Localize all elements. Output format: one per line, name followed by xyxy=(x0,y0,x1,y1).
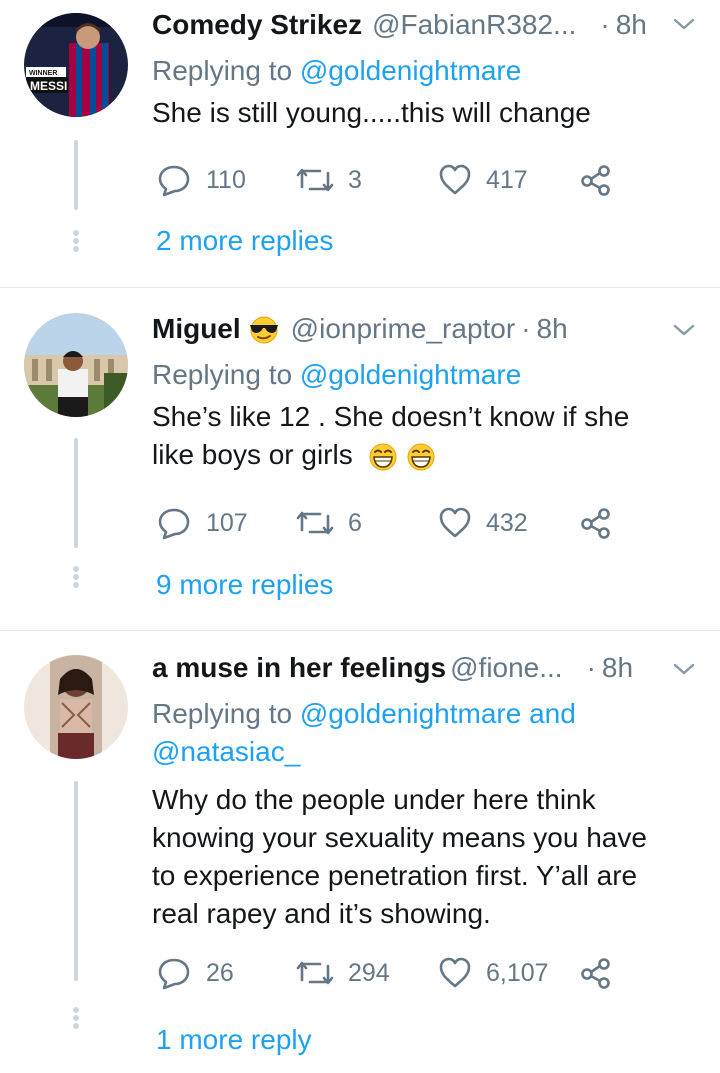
reply-button[interactable]: 110 xyxy=(156,160,246,200)
heart-icon xyxy=(439,507,471,538)
retweet-count: 3 xyxy=(348,165,362,194)
tweet-header: Miguel @ionprime_raptor · 8h xyxy=(152,313,568,345)
thread-dots xyxy=(73,230,79,252)
like-button[interactable]: 6,107 xyxy=(438,953,549,993)
timestamp[interactable]: 8h xyxy=(537,313,568,344)
action-bar: 107 6 432 xyxy=(156,503,626,543)
heart-icon xyxy=(439,164,471,195)
retweet-count: 294 xyxy=(348,958,390,987)
thread-dots xyxy=(73,1007,79,1029)
sunglasses-emoji-icon xyxy=(249,316,278,344)
retweet-icon xyxy=(296,168,334,192)
share-icon xyxy=(581,165,610,196)
share-icon xyxy=(581,508,610,539)
reply-button[interactable]: 26 xyxy=(156,953,234,993)
display-name[interactable]: a muse in her feelings xyxy=(152,652,446,684)
retweet-button[interactable]: 6 xyxy=(296,503,362,543)
thread-line xyxy=(74,781,78,981)
timestamp[interactable]: 8h xyxy=(602,652,633,683)
mention-link[interactable]: @goldenightmare and xyxy=(300,698,576,729)
display-name[interactable]: Miguel xyxy=(152,313,241,345)
tweet-text: She’s like 12 . She doesn’t know if she … xyxy=(152,401,630,471)
retweet-icon xyxy=(296,511,334,535)
like-count: 432 xyxy=(486,508,528,537)
action-bar: 110 3 417 xyxy=(156,160,626,200)
tweet[interactable]: a muse in her feelings @fione... · 8h Rep… xyxy=(0,631,720,1073)
share-button[interactable] xyxy=(580,503,612,543)
reply-icon xyxy=(158,958,190,990)
action-bar: 26 294 6,107 xyxy=(156,953,626,993)
retweet-button[interactable]: 294 xyxy=(296,953,390,993)
mention-link[interactable]: @natasiac_ xyxy=(152,733,696,771)
tweet[interactable]: Miguel @ionprime_raptor · 8h Replying to … xyxy=(0,288,720,631)
reply-count: 107 xyxy=(206,508,248,537)
chevron-down-icon[interactable] xyxy=(672,661,696,677)
more-replies-link[interactable]: 9 more replies xyxy=(156,569,333,601)
tweet[interactable]: WINNER MESSI Comedy Strikez @FabianR382.… xyxy=(0,0,720,288)
retweet-button[interactable]: 3 xyxy=(296,160,362,200)
replying-to: Replying to @goldenightmare xyxy=(152,55,522,86)
reply-icon xyxy=(158,508,190,540)
more-replies-link[interactable]: 2 more replies xyxy=(156,225,333,257)
display-name[interactable]: Comedy Strikez xyxy=(152,9,362,41)
avatar-badge-text: WINNER xyxy=(29,70,57,77)
thread-line xyxy=(74,438,78,548)
reply-button[interactable]: 107 xyxy=(156,503,248,543)
like-count: 6,107 xyxy=(486,958,549,987)
share-button[interactable] xyxy=(580,953,612,993)
tweet-header: a muse in her feelings @fione... · 8h xyxy=(152,652,634,684)
thread-line xyxy=(74,140,78,210)
retweet-count: 6 xyxy=(348,508,362,537)
avatar-badge-name: MESSI xyxy=(30,79,67,93)
laughing-emoji-icon xyxy=(369,443,435,471)
chevron-down-icon[interactable] xyxy=(672,16,696,32)
share-button[interactable] xyxy=(580,160,612,200)
reply-icon xyxy=(158,165,190,197)
avatar[interactable]: WINNER MESSI xyxy=(24,13,128,117)
retweet-icon xyxy=(296,961,334,985)
avatar[interactable] xyxy=(24,313,128,417)
tweet-header: Comedy Strikez @FabianR382... · 8h xyxy=(152,9,647,41)
like-button[interactable]: 432 xyxy=(438,503,528,543)
reply-count: 26 xyxy=(206,958,234,987)
avatar[interactable] xyxy=(24,655,128,759)
user-handle[interactable]: @fione... xyxy=(450,652,562,684)
mention-link[interactable]: @goldenightmare xyxy=(300,55,521,86)
mention-link[interactable]: @goldenightmare xyxy=(300,359,521,390)
chevron-down-icon[interactable] xyxy=(672,322,696,338)
like-button[interactable]: 417 xyxy=(438,160,528,200)
tweet-text: Why do the people under here think knowi… xyxy=(152,784,647,929)
thread-dots xyxy=(73,566,79,588)
timestamp[interactable]: 8h xyxy=(616,9,647,40)
more-replies-link[interactable]: 1 more reply xyxy=(156,1024,312,1056)
user-handle[interactable]: @ionprime_raptor xyxy=(291,313,516,345)
reply-count: 110 xyxy=(206,165,246,194)
replying-to: Replying to @goldenightmare xyxy=(152,359,522,390)
heart-icon xyxy=(439,957,471,988)
like-count: 417 xyxy=(486,165,528,194)
user-handle[interactable]: @FabianR382... xyxy=(372,9,576,41)
replying-to: Replying to @goldenightmare and @natasia… xyxy=(152,695,696,771)
share-icon xyxy=(581,958,610,989)
tweet-text: She is still young.....this will change xyxy=(152,97,591,128)
